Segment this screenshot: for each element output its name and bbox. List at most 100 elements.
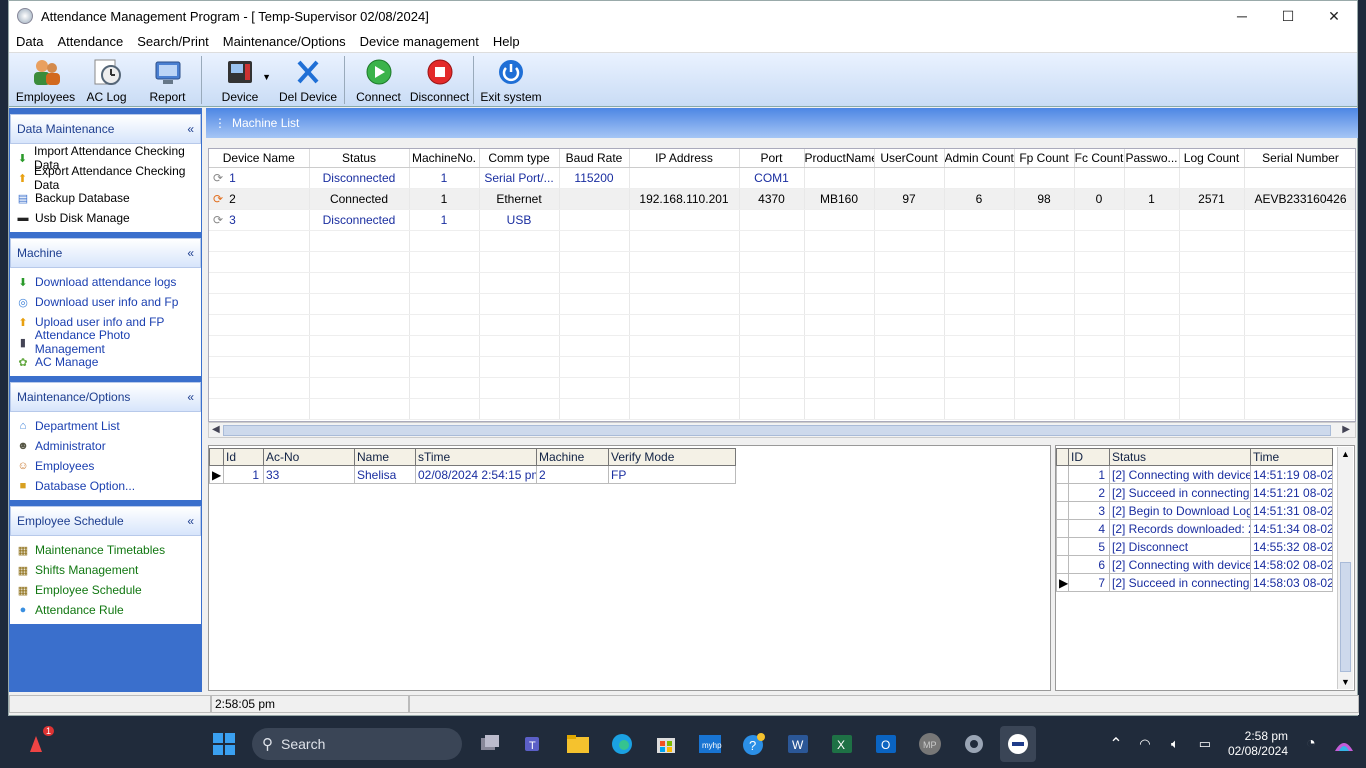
del-device-button[interactable]: Del Device (275, 54, 341, 106)
column-header[interactable]: Device Name (209, 149, 310, 168)
scroll-down-icon[interactable]: ▼ (1341, 677, 1350, 687)
scroll-up-icon[interactable]: ▲ (1341, 449, 1350, 459)
table-row[interactable]: ⟳ 2 Connected 1 Ethernet 192.168.110.201 4370 M… (209, 188, 1355, 210)
column-header[interactable]: Log Count (1179, 149, 1245, 168)
file-explorer-icon[interactable] (560, 726, 596, 762)
column-header[interactable]: Port (739, 149, 805, 168)
sidebar-item-attendance-rule[interactable]: ● Attendance Rule (10, 600, 201, 620)
column-header[interactable]: Name (354, 448, 416, 466)
attendance-app-icon[interactable] (1000, 726, 1036, 762)
machine-grid[interactable]: Device Name Status MachineNo. Comm type Baud… (208, 148, 1356, 422)
sidebar-item-department[interactable]: ⌂ Department List (10, 416, 201, 436)
column-header[interactable]: Passwo... (1124, 149, 1180, 168)
device-dropdown-icon[interactable]: ▼ (262, 72, 271, 82)
excel-icon[interactable]: X (824, 726, 860, 762)
panel-header-maintenance[interactable]: Maintenance/Options « (10, 382, 201, 412)
employees-button[interactable]: Employees (15, 54, 76, 106)
start-icon[interactable] (206, 726, 242, 762)
device-button[interactable]: Device ▼ (205, 54, 275, 106)
word-icon[interactable]: W (780, 726, 816, 762)
column-header[interactable]: Comm type (479, 149, 560, 168)
table-row[interactable]: 4 [2] Records downloaded: 25 14:51:34 08-0… (1056, 519, 1333, 538)
edge-icon[interactable] (604, 726, 640, 762)
tray-expand-icon[interactable]: ⌃ (1106, 726, 1126, 762)
help-icon[interactable]: ? (736, 726, 772, 762)
scroll-thumb[interactable] (1340, 562, 1351, 672)
menu-device-management[interactable]: Device management (353, 34, 486, 49)
column-header[interactable]: MachineNo. (409, 149, 480, 168)
copilot-icon[interactable] (1330, 726, 1358, 762)
close-button[interactable]: ✕ (1311, 1, 1357, 31)
column-header[interactable]: Verify Mode (608, 448, 736, 466)
column-header[interactable]: Serial Number (1244, 149, 1355, 168)
column-header[interactable]: Status (309, 149, 410, 168)
column-header[interactable]: Admin Count (944, 149, 1015, 168)
column-header[interactable]: Id (223, 448, 264, 466)
table-row[interactable]: ▶ 7 [2] Succeed in connecting wi 14:58:03 0… (1056, 573, 1333, 592)
column-header[interactable]: Machine (536, 448, 609, 466)
store-icon[interactable] (648, 726, 684, 762)
task-view-icon[interactable] (472, 726, 508, 762)
column-header[interactable]: Time (1250, 448, 1333, 466)
myhp-icon[interactable]: myhp (692, 726, 728, 762)
table-row[interactable]: 6 [2] Connecting with device,pl 14:58:02 0… (1056, 555, 1333, 574)
connect-button[interactable]: Connect (348, 54, 409, 106)
disconnect-button[interactable]: Disconnect (409, 54, 470, 106)
sidebar-item-download-logs[interactable]: ⬇ Download attendance logs (10, 272, 201, 292)
sidebar-item-download-user[interactable]: ◎ Download user info and Fp (10, 292, 201, 312)
sidebar-item-photo[interactable]: ▮ Attendance Photo Management (10, 328, 201, 356)
column-header[interactable]: Fp Count (1014, 149, 1075, 168)
sidebar-item-export[interactable]: ⬆ Export Attendance Checking Data (10, 164, 201, 192)
sidebar-item-database-option[interactable]: ■ Database Option... (10, 476, 201, 496)
ac-log-button[interactable]: AC Log (76, 54, 137, 106)
horizontal-scrollbar[interactable]: ◀ ▶ (208, 422, 1356, 438)
minimize-button[interactable]: ─ (1219, 1, 1265, 31)
vertical-scrollbar[interactable]: ▲ ▼ (1337, 447, 1353, 689)
column-header[interactable]: sTime (415, 448, 537, 466)
collapse-icon[interactable]: « (187, 390, 194, 404)
column-header[interactable]: UserCount (874, 149, 945, 168)
column-header[interactable]: Status (1109, 448, 1251, 466)
outlook-icon[interactable]: O (868, 726, 904, 762)
collapse-icon[interactable]: « (187, 514, 194, 528)
sidebar-item-usb[interactable]: ▬ Usb Disk Manage (10, 208, 201, 228)
sidebar-item-timetables[interactable]: ▦ Maintenance Timetables (10, 540, 201, 560)
battery-icon[interactable]: ▭ (1194, 726, 1216, 762)
table-row[interactable]: ⟳ 1 Disconnected 1 Serial Port/... 115200 COM1 (209, 167, 1355, 189)
sidebar-item-shifts[interactable]: ▦ Shifts Management (10, 560, 201, 580)
scroll-thumb[interactable] (223, 425, 1331, 436)
profile-icon[interactable]: MP (912, 726, 948, 762)
bell-icon[interactable]: ◔ (1300, 726, 1322, 762)
report-button[interactable]: Report (137, 54, 198, 106)
column-header[interactable]: ID (1068, 448, 1110, 466)
table-row[interactable]: ▶ 1 33 Shelisa 02/08/2024 2:54:15 pm 2 FP (209, 465, 736, 484)
volume-icon[interactable]: 🔈︎ (1164, 726, 1186, 762)
notification-app-icon[interactable]: 1 (18, 726, 54, 762)
collapse-icon[interactable]: « (187, 246, 194, 260)
menu-search-print[interactable]: Search/Print (130, 34, 216, 49)
menu-maintenance-options[interactable]: Maintenance/Options (216, 34, 353, 49)
menu-help[interactable]: Help (486, 34, 527, 49)
settings-icon[interactable] (956, 726, 992, 762)
collapse-icon[interactable]: « (187, 122, 194, 136)
menu-data[interactable]: Data (9, 34, 50, 49)
column-header[interactable]: Ac-No (263, 448, 355, 466)
exit-system-button[interactable]: Exit system (477, 54, 545, 106)
table-row[interactable]: 1 [2] Connecting with device,pl 14:51:19 0… (1056, 465, 1333, 484)
scroll-left-icon[interactable]: ◀ (212, 424, 220, 435)
table-row[interactable]: ⟳ 3 Disconnected 1 USB (209, 209, 1355, 231)
maximize-button[interactable]: ☐ (1265, 1, 1311, 31)
taskbar-clock[interactable]: 2:58 pm 02/08/2024 (1228, 729, 1288, 759)
column-header[interactable]: ProductName (804, 149, 875, 168)
scroll-right-icon[interactable]: ▶ (1342, 424, 1350, 435)
teams-icon[interactable]: T (516, 726, 552, 762)
panel-header-machine[interactable]: Machine « (10, 238, 201, 268)
panel-header-schedule[interactable]: Employee Schedule « (10, 506, 201, 536)
column-header[interactable]: IP Address (629, 149, 740, 168)
column-header[interactable]: Baud Rate (559, 149, 630, 168)
panel-header-data-maintenance[interactable]: Data Maintenance « (10, 114, 201, 144)
table-row[interactable]: 3 [2] Begin to Download Log 14:51:31 08-02 (1056, 501, 1333, 520)
table-row[interactable]: 2 [2] Succeed in connecting wi 14:51:21 08… (1056, 483, 1333, 502)
sidebar-item-employee-schedule[interactable]: ▦ Employee Schedule (10, 580, 201, 600)
sidebar-item-administrator[interactable]: ☻ Administrator (10, 436, 201, 456)
